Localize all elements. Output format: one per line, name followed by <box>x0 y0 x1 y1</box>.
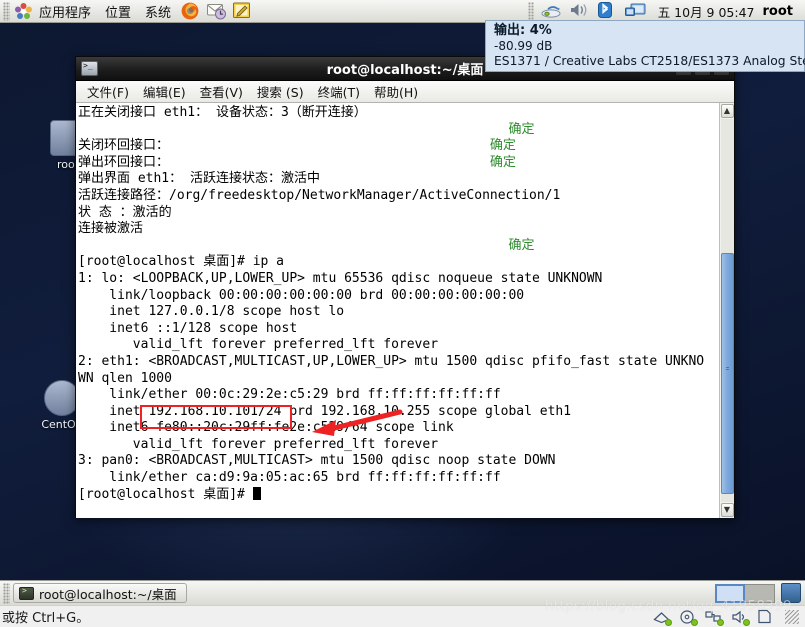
applications-logo-icon <box>15 2 32 20</box>
trash-icon[interactable] <box>781 583 801 603</box>
vm-network-icon[interactable] <box>653 609 672 626</box>
scrollbar-track[interactable] <box>720 119 734 502</box>
terminal-line: [root@localhost 桌面]# <box>78 486 719 504</box>
scroll-down-icon[interactable]: ▼ <box>720 503 734 517</box>
vm-sound-icon[interactable] <box>731 609 750 626</box>
volume-tooltip: 输出: 4% -80.99 dB ES1371 / Creative Labs … <box>485 20 805 72</box>
terminal-line: 弹出环回接口： [ 确定 ] <box>78 154 540 170</box>
status-dot <box>717 619 724 626</box>
terminal-line: [ 确定 ] <box>485 121 558 137</box>
workspace-1[interactable] <box>715 583 745 603</box>
terminal-line: 活跃连接路径：/org/freedesktop/NetworkManager/A… <box>78 187 561 203</box>
status-dot <box>691 619 698 626</box>
terminal-line: link/loopback 00:00:00:00:00:00 brd 00:0… <box>78 287 525 303</box>
bluetooth-icon[interactable] <box>596 1 620 21</box>
terminal-line: [root@localhost 桌面]# ip a <box>78 254 285 270</box>
vm-hint-text: 或按 Ctrl+G。 <box>2 611 90 626</box>
vm-status-bar: 或按 Ctrl+G。 <box>0 605 805 627</box>
taskbar-item-terminal[interactable]: root@localhost:~/桌面 <box>13 583 187 603</box>
panel-drag-handle[interactable] <box>3 1 10 21</box>
volume-icon[interactable] <box>568 1 592 21</box>
term-menu-terminal[interactable]: 终端(T) <box>311 80 367 103</box>
terminal-line: 关闭环回接口： [ 确定 ] <box>78 138 540 154</box>
menu-system[interactable]: 系统 <box>138 0 178 23</box>
terminal-line: 2: eth1: <BROADCAST,MULTICAST,UP,LOWER_U… <box>78 353 705 369</box>
taskbar-item-label: root@localhost:~/桌面 <box>39 586 177 602</box>
display-icon[interactable] <box>624 1 648 21</box>
workspace-2[interactable] <box>745 583 775 603</box>
bottom-panel: root@localhost:~/桌面 <box>0 580 805 605</box>
resize-grip-icon[interactable] <box>785 609 799 624</box>
terminal-scrollbar[interactable]: ▲ ▼ <box>719 103 734 518</box>
volume-tooltip-db: -80.99 dB <box>494 39 553 54</box>
terminal-line: inet6 ::1/128 scope host <box>78 320 298 336</box>
term-menu-search[interactable]: 搜索 (S) <box>250 80 311 103</box>
vm-printer-icon[interactable] <box>757 609 774 624</box>
terminal-line: 状 态 ：激活的 <box>78 204 172 220</box>
terminal-icon <box>19 586 34 600</box>
panel-clock[interactable]: 五 10月 9 05:47 <box>650 2 763 21</box>
tray-drag-handle[interactable] <box>527 2 534 20</box>
terminal-menubar: 文件(F) 编辑(E) 查看(V) 搜索 (S) 终端(T) 帮助(H) <box>76 81 734 103</box>
terminal-line: [ 确定 ] <box>485 237 558 253</box>
system-tray: 五 10月 9 05:47 root <box>524 1 805 21</box>
firefox-icon[interactable] <box>180 1 202 21</box>
volume-tooltip-device: ES1371 / Creative Labs CT2518/ES1373 Ana… <box>494 54 805 69</box>
evolution-mail-icon[interactable] <box>206 1 228 21</box>
scroll-up-icon[interactable]: ▲ <box>720 104 734 118</box>
terminal-output[interactable]: 正在关闭接口 eth1： 设备状态：3（断开连接） [ 确定 ] 关闭环回接口： … <box>76 103 719 518</box>
terminal-line: 3: pan0: <BROADCAST,MULTICAST> mtu 1500 … <box>78 453 556 469</box>
terminal-line: link/ether 00:0c:29:2e:c5:29 brd ff:ff:f… <box>78 387 501 403</box>
status-dot <box>743 619 750 626</box>
panel-username[interactable]: root <box>763 4 800 19</box>
terminal-window: root@localhost:~/桌面 — □ ✕ 文件(F) 编辑(E) 查看… <box>75 56 735 518</box>
annotation-arrow-icon <box>312 409 403 436</box>
volume-tooltip-title: 输出: 4% <box>494 23 552 38</box>
bottom-panel-drag-handle[interactable] <box>3 582 10 604</box>
terminal-cursor <box>252 486 261 500</box>
menu-places[interactable]: 位置 <box>98 0 138 23</box>
term-menu-edit[interactable]: 编辑(E) <box>136 80 193 103</box>
term-menu-help[interactable]: 帮助(H) <box>367 80 425 103</box>
status-dot <box>665 619 672 626</box>
vm-usb-icon[interactable] <box>705 609 724 626</box>
term-menu-file[interactable]: 文件(F) <box>80 80 136 103</box>
terminal-line: 正在关闭接口 eth1： 设备状态：3（断开连接） <box>78 105 367 120</box>
term-menu-view[interactable]: 查看(V) <box>193 80 250 103</box>
network-icon[interactable] <box>540 1 564 21</box>
terminal-body[interactable]: 正在关闭接口 eth1： 设备状态：3（断开连接） [ 确定 ] 关闭环回接口： … <box>76 103 734 518</box>
workspace-switcher[interactable] <box>715 583 805 603</box>
terminal-line: 1: lo: <LOOPBACK,UP,LOWER_UP> mtu 65536 … <box>78 270 603 286</box>
scrollbar-thumb[interactable] <box>720 253 734 495</box>
menu-applications[interactable]: 应用程序 <box>32 0 98 23</box>
screen-root: root CentOS 应用程序 位置 系统 五 10月 9 05:47 roo… <box>0 0 805 627</box>
terminal-line: 连接被激活 <box>78 221 144 237</box>
vm-cdrom-icon[interactable] <box>679 609 698 626</box>
terminal-line: 弹出界面 eth1： 活跃连接状态：激活中 <box>78 171 320 187</box>
terminal-line: inet 127.0.0.1/8 scope host lo <box>78 304 345 320</box>
terminal-line: valid_lft forever preferred_lft forever <box>78 337 439 353</box>
terminal-line: WN qlen 1000 <box>78 370 172 386</box>
vm-device-icons <box>653 609 805 626</box>
text-editor-icon[interactable] <box>232 1 254 21</box>
terminal-line: link/ether ca:d9:9a:05:ac:65 brd ff:ff:f… <box>78 470 501 486</box>
